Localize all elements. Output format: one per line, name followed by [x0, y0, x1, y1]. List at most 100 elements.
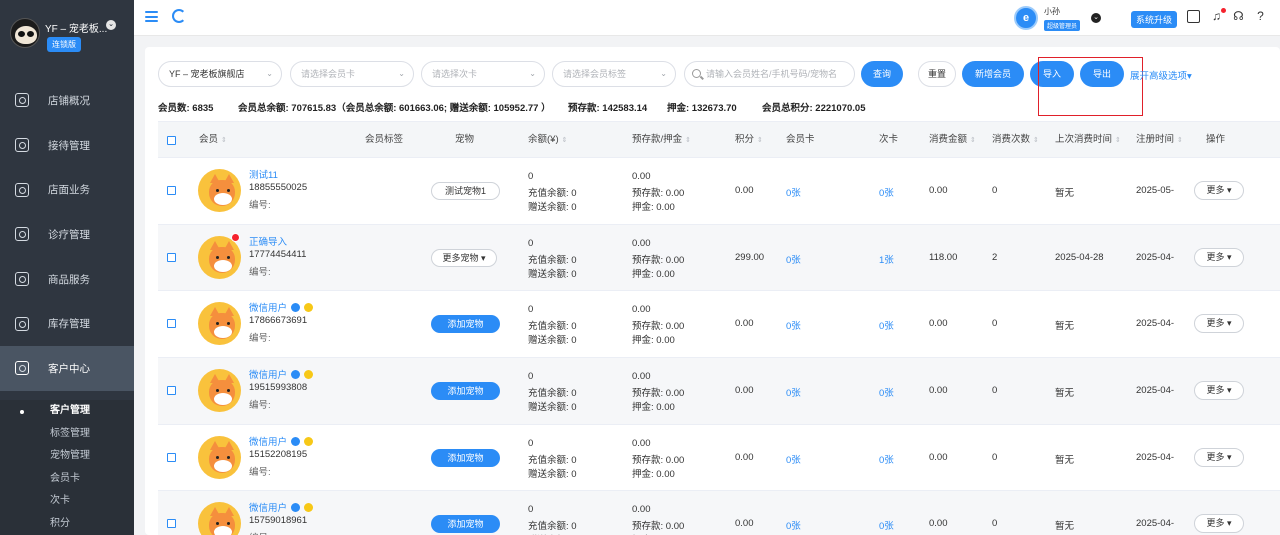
member-tag-select[interactable]: 请选择会员标签 ⌄ — [552, 61, 676, 87]
balance-charge: 充值余额: 0 — [528, 521, 577, 533]
reset-button[interactable]: 重置 — [918, 61, 956, 87]
add-member-button[interactable]: 新增会员 — [962, 61, 1024, 87]
add-pet-button[interactable]: 添加宠物 — [431, 448, 500, 467]
search-input[interactable]: 请输入会员姓名/手机号码/宠物名 — [684, 61, 855, 87]
verified-icon — [291, 436, 301, 446]
chevron-down-icon[interactable]: ⌄ — [1091, 13, 1101, 23]
more-pets-dropdown[interactable]: 更多宠物 ▾ — [431, 248, 497, 267]
chevron-down-icon[interactable]: ⌄ — [106, 20, 116, 30]
column-spend[interactable]: 消费金额 ⇕ — [929, 122, 976, 159]
column-register-time[interactable]: 注册时间 ⇕ — [1136, 122, 1183, 159]
sub-item-customer-manage[interactable]: 客户管理 — [0, 400, 134, 423]
more-actions-button[interactable]: 更多 ▾ — [1194, 314, 1244, 334]
times-card-select[interactable]: 请选择次卡 ⌄ — [421, 61, 545, 87]
row-checkbox[interactable] — [167, 186, 176, 195]
member-name[interactable]: 微信用户 — [249, 434, 314, 448]
member-name[interactable]: 正确导入 — [249, 234, 287, 248]
member-name-link[interactable]: 微信用户 — [249, 503, 287, 514]
bell-icon[interactable]: ♫ — [1210, 8, 1226, 23]
table-row: 测试11 18855550025 编号: 测试宠物1 0 充值余额: 0 赠送余额: 0 0.… — [158, 158, 1280, 225]
times-card-link[interactable]: 0张 — [879, 385, 894, 399]
more-actions-button[interactable]: 更多 ▾ — [1194, 447, 1244, 467]
more-actions-button[interactable]: 更多 ▾ — [1194, 247, 1244, 267]
select-all-checkbox[interactable] — [167, 136, 176, 145]
column-label: 预存款/押金 — [632, 134, 683, 145]
wechat-member-icon — [304, 370, 314, 380]
times-card-link[interactable]: 0张 — [879, 318, 894, 332]
add-pet-button[interactable]: 添加宠物 — [431, 382, 500, 401]
member-card-link[interactable]: 0张 — [786, 185, 801, 199]
sub-item-points[interactable]: 积分 — [0, 513, 134, 535]
headset-icon[interactable]: ☊ — [1232, 10, 1245, 23]
row-checkbox[interactable] — [167, 452, 176, 462]
caret-down-icon: ▾ — [1227, 451, 1232, 462]
query-button[interactable]: 查询 — [861, 61, 903, 87]
points-value: 0.00 — [735, 451, 754, 463]
sidebar-item-reception[interactable]: 接待管理 — [0, 123, 134, 168]
register-time-value: 2025-04- — [1136, 251, 1175, 263]
sidebar-item-goods[interactable]: 商品服务 — [0, 257, 134, 302]
upgrade-button[interactable]: 系统升级 — [1131, 11, 1178, 28]
wechat-member-icon — [304, 303, 314, 313]
member-name-link[interactable]: 微信用户 — [249, 303, 287, 314]
column-count[interactable]: 消费次数 ⇕ — [992, 122, 1039, 159]
advanced-options-link[interactable]: 展开高级选项▾ — [1130, 68, 1192, 82]
add-pet-button[interactable]: 添加宠物 — [431, 315, 500, 334]
row-checkbox[interactable] — [167, 319, 176, 329]
more-actions-button[interactable]: 更多 ▾ — [1194, 381, 1244, 401]
times-card-link[interactable]: 0张 — [879, 518, 894, 532]
member-card-link[interactable]: 0张 — [786, 252, 801, 266]
column-member[interactable]: 会员 ⇕ — [199, 122, 227, 159]
sidebar-item-medical[interactable]: 诊疗管理 — [0, 212, 134, 257]
sidebar-item-customer[interactable]: 客户中心 — [0, 346, 134, 391]
menu-toggle-icon[interactable] — [145, 11, 158, 22]
sidebar-item-store[interactable]: 店面业务 — [0, 167, 134, 212]
member-name-link[interactable]: 微信用户 — [249, 370, 287, 381]
sub-item-pets[interactable]: 宠物管理 — [0, 445, 134, 468]
prepaid-total: 0.00 — [632, 504, 651, 516]
times-card-link[interactable]: 0张 — [879, 452, 894, 466]
member-name[interactable]: 测试11 — [249, 167, 278, 181]
member-card-link[interactable]: 0张 — [786, 518, 801, 532]
row-checkbox[interactable] — [167, 519, 176, 529]
user-avatar[interactable]: e — [1014, 6, 1038, 30]
sidebar-item-dashboard[interactable]: 店铺概况 — [0, 78, 134, 123]
column-points[interactable]: 积分 ⇕ — [735, 122, 763, 159]
member-name-link[interactable]: 测试11 — [249, 170, 278, 181]
store-header[interactable]: YF – 宠老板... ⌄ 连锁版 — [0, 0, 134, 66]
balance-charge: 充值余额: 0 — [528, 388, 577, 400]
caret-down-icon: ▾ — [1227, 318, 1232, 329]
count-value: 0 — [992, 518, 998, 530]
more-actions-button[interactable]: 更多 ▾ — [1194, 181, 1244, 200]
column-balance[interactable]: 余额(¥) ⇕ — [528, 122, 568, 159]
balance-total: 0 — [528, 171, 534, 182]
store-name[interactable]: YF – 宠老板... — [45, 20, 107, 35]
row-checkbox[interactable] — [167, 386, 176, 396]
member-card-select[interactable]: 请选择会员卡 ⌄ — [290, 61, 414, 87]
member-name-link[interactable]: 正确导入 — [249, 237, 287, 248]
sidebar-item-inventory[interactable]: 库存管理 — [0, 301, 134, 346]
member-card-link[interactable]: 0张 — [786, 452, 801, 466]
times-card-link[interactable]: 1张 — [879, 252, 894, 266]
register-time-value: 2025-05- — [1136, 185, 1175, 196]
member-name[interactable]: 微信用户 — [249, 300, 314, 314]
member-card-link[interactable]: 0张 — [786, 385, 801, 399]
refresh-icon[interactable] — [172, 9, 186, 23]
calendar-icon[interactable] — [1187, 10, 1200, 23]
member-name[interactable]: 微信用户 — [249, 367, 314, 381]
more-actions-button[interactable]: 更多 ▾ — [1194, 514, 1244, 534]
sub-item-member-card[interactable]: 会员卡 — [0, 468, 134, 491]
sub-item-times-card[interactable]: 次卡 — [0, 490, 134, 513]
member-card-link[interactable]: 0张 — [786, 318, 801, 332]
column-last-consume[interactable]: 上次消费时间 ⇕ — [1055, 122, 1121, 159]
sub-item-tags[interactable]: 标签管理 — [0, 423, 134, 446]
row-checkbox[interactable] — [167, 252, 176, 262]
store-select[interactable]: YF – 宠老板旗舰店 ⌄ — [158, 61, 282, 87]
pet-tag[interactable]: 测试宠物1 — [431, 182, 500, 200]
column-prepaid[interactable]: 预存款/押金 ⇕ — [632, 122, 691, 159]
member-name-link[interactable]: 微信用户 — [249, 437, 287, 448]
member-name[interactable]: 微信用户 — [249, 500, 314, 514]
times-card-link[interactable]: 0张 — [879, 185, 894, 199]
help-icon[interactable]: ? — [1254, 10, 1267, 23]
add-pet-button[interactable]: 添加宠物 — [431, 515, 500, 534]
